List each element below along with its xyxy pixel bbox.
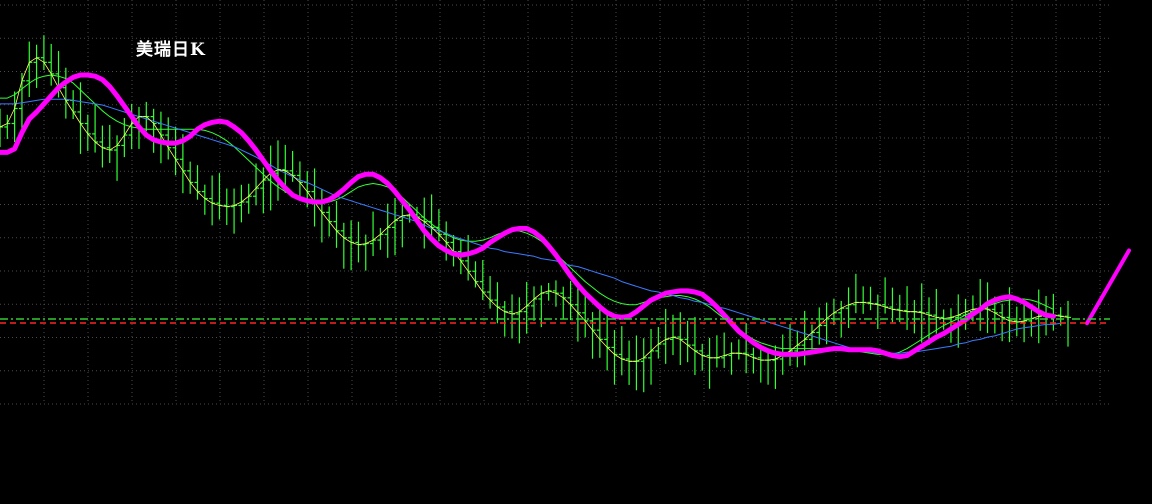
moving-average-lines bbox=[0, 57, 1131, 362]
chart-plot bbox=[0, 0, 1131, 405]
chart-window: 美瑞日K bbox=[0, 0, 1152, 504]
grid bbox=[0, 0, 1110, 405]
chart-title: 美瑞日K bbox=[136, 40, 206, 60]
projection-line bbox=[1085, 248, 1131, 326]
price-bars bbox=[0, 35, 1071, 393]
series-line-1 bbox=[0, 98, 1062, 354]
